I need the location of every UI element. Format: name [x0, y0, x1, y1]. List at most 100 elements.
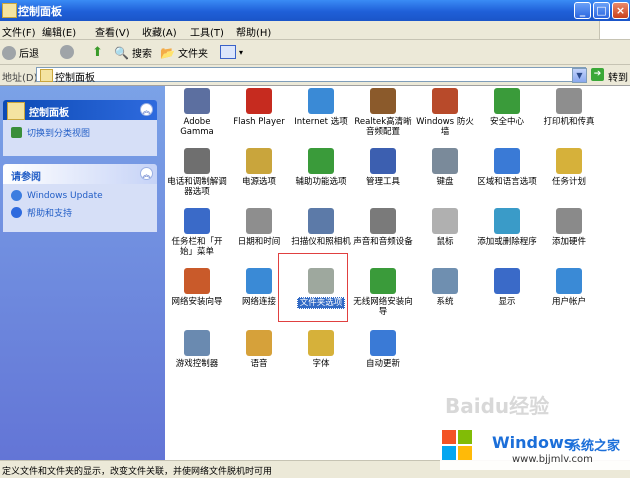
- control-panel-icon: [7, 102, 25, 120]
- control-panel-item[interactable]: 游戏控制器: [167, 330, 227, 369]
- applet-icon: [370, 268, 396, 294]
- switch-category-view-link[interactable]: 切换到分类视图: [11, 126, 90, 139]
- control-panel-item[interactable]: 打印机和传真: [539, 88, 599, 127]
- applet-label: 电话和调制解调器选项: [167, 177, 227, 197]
- control-panel-item[interactable]: 安全中心: [477, 88, 537, 127]
- applet-label: 打印机和传真: [543, 117, 595, 127]
- maximize-button[interactable]: □: [593, 2, 610, 19]
- control-panel-item[interactable]: 声音和音频设备: [353, 208, 413, 247]
- control-panel-item[interactable]: 管理工具: [353, 148, 413, 187]
- applet-label: 键盘: [436, 177, 454, 187]
- applet-label: 文件夹选项: [296, 297, 346, 309]
- see-also-panel: 请参阅 ︽ Windows Update 帮助和支持: [3, 164, 157, 232]
- applet-icon: [370, 88, 396, 114]
- windows-branding: Windows 系统之家 www.bjjmlv.com: [440, 428, 630, 470]
- menu-file[interactable]: 文件(F): [2, 24, 36, 39]
- collapse-icon[interactable]: ︽: [140, 167, 153, 180]
- control-panel-item[interactable]: 任务计划: [539, 148, 599, 187]
- baidu-watermark: Baidu经验: [445, 394, 550, 418]
- applet-label: 自动更新: [365, 359, 400, 369]
- control-panel-item[interactable]: 鼠标: [415, 208, 475, 247]
- control-panel-item[interactable]: 无线网络安装向导: [353, 268, 413, 317]
- control-panel-item[interactable]: 网络安装向导: [167, 268, 227, 307]
- minimize-button[interactable]: _: [574, 2, 591, 19]
- control-panel-item[interactable]: 用户帐户: [539, 268, 599, 307]
- menu-bar: 文件(F) 编辑(E) 查看(V) 收藏(A) 工具(T) 帮助(H): [0, 21, 630, 40]
- applet-icon: [432, 148, 458, 174]
- applet-label: 管理工具: [365, 177, 400, 187]
- applet-label: Windows 防火墙: [416, 117, 474, 137]
- panel-header[interactable]: 请参阅 ︽: [3, 164, 157, 184]
- control-panel-item[interactable]: 区域和语言选项: [477, 148, 537, 187]
- control-panel-item[interactable]: 辅助功能选项: [291, 148, 351, 187]
- address-dropdown-button[interactable]: ▼: [572, 68, 587, 83]
- control-panel-item[interactable]: 文件夹选项: [291, 268, 351, 309]
- control-panel-item[interactable]: Flash Player: [229, 88, 289, 127]
- control-panel-item[interactable]: 添加硬件: [539, 208, 599, 247]
- collapse-icon[interactable]: ︽: [140, 103, 153, 116]
- back-button[interactable]: 后退: [2, 45, 39, 60]
- applet-label: Realtek高清晰音频配置: [354, 117, 412, 137]
- views-button[interactable]: ▾: [220, 45, 243, 59]
- help-support-link[interactable]: 帮助和支持: [11, 206, 72, 219]
- control-panel-item[interactable]: 添加或删除程序: [477, 208, 537, 247]
- control-panel-item[interactable]: Windows 防火墙: [415, 88, 475, 137]
- task-pane: 控制面板 ︽ 切换到分类视图 请参阅 ︽ Windows Update 帮助和支…: [0, 86, 165, 460]
- control-panel-item[interactable]: 字体: [291, 330, 351, 369]
- folders-button[interactable]: 📂 文件夹: [160, 45, 208, 61]
- applet-label: 电源选项: [241, 177, 276, 187]
- applet-icon: [494, 268, 520, 294]
- control-panel-item[interactable]: 日期和时间: [229, 208, 289, 247]
- control-panel-item[interactable]: 电源选项: [229, 148, 289, 187]
- menu-tools[interactable]: 工具(T): [190, 24, 224, 39]
- applet-icon: [494, 148, 520, 174]
- control-panel-task-panel: 控制面板 ︽ 切换到分类视图: [3, 100, 157, 156]
- status-text: 定义文件和文件夹的显示，改变文件关联，并使网络文件脱机时可用: [2, 467, 273, 477]
- search-button[interactable]: 🔍 搜索: [114, 45, 152, 61]
- applet-icon: [308, 148, 334, 174]
- applet-icon: [370, 208, 396, 234]
- applet-icon: [308, 268, 334, 294]
- brand-url: www.bjjmlv.com: [512, 454, 593, 465]
- applet-label: 添加或删除程序: [477, 237, 537, 247]
- menu-help[interactable]: 帮助(H): [236, 24, 271, 39]
- applet-label: 显示: [498, 297, 516, 307]
- close-button[interactable]: ×: [612, 2, 629, 19]
- control-panel-item[interactable]: Internet 选项: [291, 88, 351, 127]
- address-input[interactable]: 控制面板: [36, 67, 586, 84]
- applet-icon: [556, 148, 582, 174]
- title-bar: 控制面板 _ □ ×: [0, 0, 630, 21]
- applet-label: 任务计划: [551, 177, 586, 187]
- go-label[interactable]: 转到: [608, 69, 628, 84]
- applet-icon: [184, 330, 210, 356]
- control-panel-item[interactable]: 语音: [229, 330, 289, 369]
- applet-label: Adobe Gamma: [180, 117, 214, 137]
- applet-label: 任务栏和「开始」菜单: [171, 237, 223, 257]
- control-panel-item[interactable]: Realtek高清晰音频配置: [353, 88, 413, 137]
- forward-button[interactable]: [60, 45, 74, 59]
- control-panel-item[interactable]: 任务栏和「开始」菜单: [167, 208, 227, 257]
- control-panel-item[interactable]: 电话和调制解调器选项: [167, 148, 227, 197]
- control-panel-item[interactable]: Adobe Gamma: [167, 88, 227, 137]
- control-panel-item[interactable]: 系统: [415, 268, 475, 307]
- views-icon: [220, 45, 236, 59]
- panel-header[interactable]: 控制面板 ︽: [3, 100, 157, 120]
- menu-view[interactable]: 查看(V): [95, 24, 130, 39]
- applet-label: 辅助功能选项: [295, 177, 347, 187]
- control-panel-item[interactable]: 扫描仪和照相机: [291, 208, 351, 247]
- applet-label: 扫描仪和照相机: [291, 237, 351, 247]
- go-button[interactable]: ➔: [591, 68, 604, 81]
- applet-label: 安全中心: [489, 117, 524, 127]
- control-panel-item[interactable]: 网络连接: [229, 268, 289, 307]
- applet-label: 添加硬件: [551, 237, 586, 247]
- applet-icon: [308, 208, 334, 234]
- windows-update-link[interactable]: Windows Update: [11, 190, 103, 201]
- up-folder-button[interactable]: ⬆: [92, 45, 103, 60]
- control-panel-item[interactable]: 显示: [477, 268, 537, 307]
- control-panel-item[interactable]: 键盘: [415, 148, 475, 187]
- applet-icon: [246, 330, 272, 356]
- menu-favorites[interactable]: 收藏(A): [142, 24, 177, 39]
- applet-label: 网络连接: [241, 297, 276, 307]
- menu-edit[interactable]: 编辑(E): [42, 24, 76, 39]
- control-panel-item[interactable]: 自动更新: [353, 330, 413, 369]
